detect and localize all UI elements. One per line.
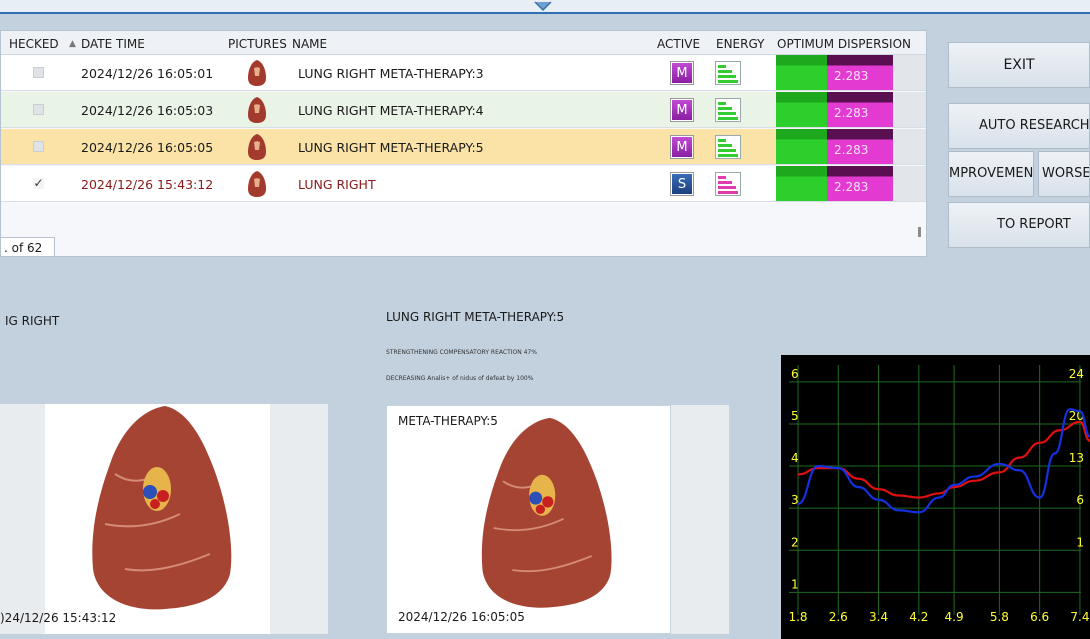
dispersion-bar-rest [893, 55, 926, 90]
dispersion-bar: 2.283 [827, 55, 893, 90]
row-datetime: 2024/12/26 16:05:05 [81, 140, 214, 155]
row-checkbox[interactable] [33, 141, 44, 152]
left-panel-timestamp: )24/12/26 15:43:12 [0, 611, 117, 625]
optimum-bar [776, 166, 828, 201]
grid-header: HECKED ▲ DATE TIME PICTURES NAME ACTIVE … [1, 31, 926, 55]
table-row[interactable]: ✓ 2024/12/26 15:43:12 LUNG RIGHT S 2.283 [1, 166, 926, 202]
middle-panel-info-2: DECREASING Analis+ of nidus of defeat by… [386, 375, 534, 382]
dispersion-bar: 2.283 [827, 129, 893, 164]
chart-y-tick-label: 4 [791, 451, 799, 465]
chart-x-tick-label: 4.9 [945, 610, 964, 624]
dispersion-value: 2.283 [834, 180, 869, 194]
row-name: LUNG RIGHT [298, 177, 376, 192]
dispersion-bar: 2.283 [827, 92, 893, 127]
exit-button[interactable]: EXIT [948, 42, 1090, 88]
energy-bars-icon [715, 61, 741, 85]
column-active[interactable]: ACTIVE [657, 37, 700, 51]
chart-y-tick-label: 2 [791, 535, 799, 549]
lung-thumbnail-icon [248, 134, 266, 160]
chart-x-tick-label: 1.8 [788, 610, 807, 624]
active-badge: S [671, 173, 693, 195]
column-optimum-dispersion[interactable]: OPTIMUM DISPERSION [777, 37, 911, 51]
active-badge: M [671, 136, 693, 158]
frame-border [0, 12, 1090, 14]
table-row-selected[interactable]: 2024/12/26 16:05:05 LUNG RIGHT META-THER… [1, 129, 926, 165]
chart-x-tick-label: 7.4 [1070, 610, 1089, 624]
chart-y-tick-label: 6 [791, 367, 799, 381]
dispersion-bar-rest [893, 129, 926, 164]
dispersion-value: 2.283 [834, 106, 869, 120]
lung-image-icon [92, 406, 232, 610]
energy-bars-icon [715, 172, 741, 196]
dispersion-value: 2.283 [834, 143, 869, 157]
middle-image-panel: META-THERAPY:5 2024/12/26 16:05:05 [386, 405, 671, 634]
chart-y-tick-label: 1 [791, 577, 799, 591]
row-checkbox[interactable] [33, 104, 44, 115]
row-datetime: 2024/12/26 15:43:12 [81, 177, 214, 192]
chart-y-right-tick-label: 24 [1069, 367, 1084, 381]
active-badge: M [671, 62, 693, 84]
sort-asc-icon: ▲ [69, 39, 76, 49]
middle-panel-title: LUNG RIGHT META-THERAPY:5 [386, 310, 565, 324]
column-datetime[interactable]: DATE TIME [81, 37, 145, 51]
chart-y-right-tick-label: 13 [1069, 451, 1084, 465]
results-grid: HECKED ▲ DATE TIME PICTURES NAME ACTIVE … [0, 30, 927, 257]
chart-x-tick-label: 5.8 [990, 610, 1009, 624]
row-datetime: 2024/12/26 16:05:03 [81, 103, 214, 118]
left-panel-title: IG RIGHT [5, 314, 60, 328]
lung-thumbnail-icon [248, 171, 266, 197]
dispersion-bar: 2.283 [827, 166, 893, 201]
table-row[interactable]: 2024/12/26 16:05:03 LUNG RIGHT META-THER… [1, 92, 926, 128]
middle-panel-timestamp: 2024/12/26 16:05:05 [398, 610, 525, 624]
row-checkbox-checked[interactable]: ✓ [33, 177, 44, 189]
chart-y-right-tick-label: 6 [1076, 493, 1084, 507]
lung-image-icon [481, 417, 612, 608]
dispersion-bar-rest [893, 166, 926, 201]
row-name: LUNG RIGHT META-THERAPY:5 [298, 140, 484, 155]
column-name[interactable]: NAME [292, 37, 327, 51]
active-badge: M [671, 99, 693, 121]
left-panel-margin-right [270, 404, 328, 634]
line-chart: 1.8 2.6 3.4 4.2 4.9 5.8 6.6 7.4123456 24201361 [781, 355, 1090, 639]
dispersion-bar-rest [893, 92, 926, 127]
column-pictures[interactable]: PICTURES [228, 37, 287, 51]
chart-series-line-blue [797, 408, 1090, 514]
column-energy[interactable]: ENERGY [716, 37, 765, 51]
table-row[interactable]: 2024/12/26 16:05:01 LUNG RIGHT META-THER… [1, 55, 926, 91]
optimum-bar [776, 129, 828, 164]
chart-x-tick-label: 2.6 [829, 610, 848, 624]
middle-panel-margin-right [671, 405, 729, 634]
column-checked[interactable]: HECKED [9, 37, 59, 51]
energy-bars-icon [715, 135, 741, 159]
chart-y-tick-label: 3 [791, 493, 799, 507]
chart-y-tick-label: 5 [791, 409, 799, 423]
pager[interactable]: . of 62 [0, 237, 55, 257]
row-datetime: 2024/12/26 16:05:01 [81, 66, 214, 81]
lung-thumbnail-icon [248, 97, 266, 123]
worsen-button[interactable]: WORSEN [1038, 151, 1090, 197]
left-image-panel: )24/12/26 15:43:12 [0, 404, 270, 634]
chart-x-tick-label: 4.2 [909, 610, 928, 624]
to-report-button[interactable]: TO REPORT [948, 202, 1090, 248]
lung-thumbnail-icon [248, 60, 266, 86]
optimum-bar [776, 92, 828, 127]
chart-y-right-tick-label: 1 [1076, 535, 1084, 549]
auto-research-button[interactable]: AUTO RESEARCH [948, 103, 1090, 149]
dispersion-value: 2.283 [834, 69, 869, 83]
grid-scrollbar[interactable] [918, 227, 921, 237]
left-panel-margin [0, 404, 45, 634]
row-name: LUNG RIGHT META-THERAPY:3 [298, 66, 484, 81]
row-name: LUNG RIGHT META-THERAPY:4 [298, 103, 484, 118]
middle-panel-info-1: STRENGTHENING COMPENSATORY REACTION 47% [386, 349, 537, 356]
energy-bars-icon [715, 98, 741, 122]
optimum-bar [776, 55, 828, 90]
chart-x-tick-label: 3.4 [869, 610, 888, 624]
row-checkbox[interactable] [33, 67, 44, 78]
improvement-button[interactable]: MPROVEMENT [948, 151, 1034, 197]
chart-x-tick-label: 6.6 [1030, 610, 1049, 624]
